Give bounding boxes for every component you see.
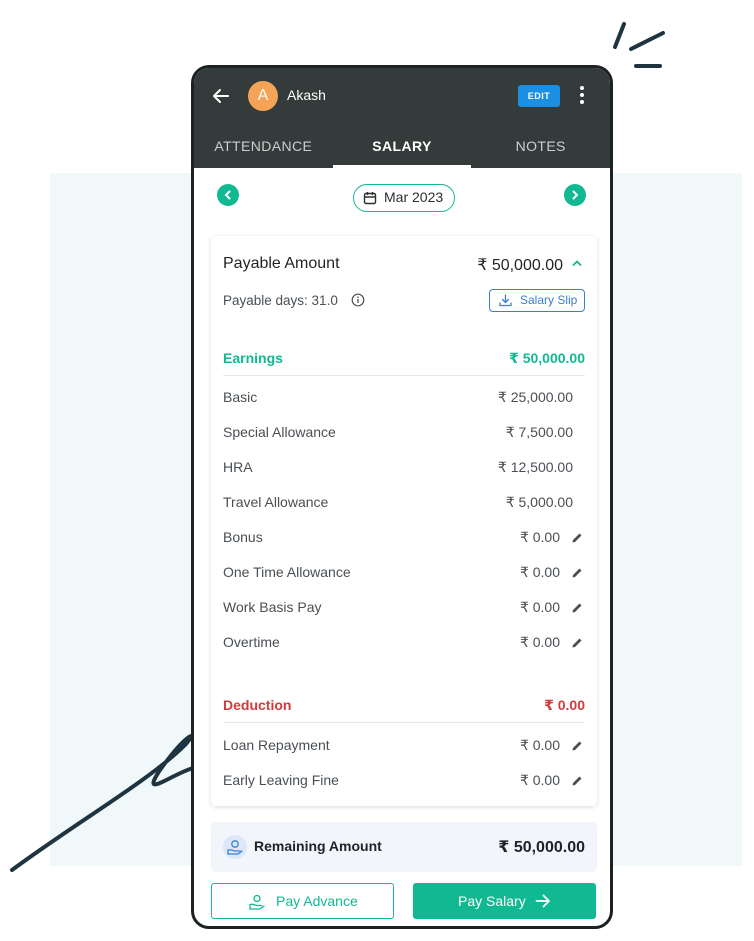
pay-advance-button[interactable]: Pay Advance (211, 883, 394, 919)
month-label: Mar 2023 (384, 189, 444, 205)
earning-label-special-allowance: Special Allowance (223, 424, 336, 440)
pay-salary-button[interactable]: Pay Salary (413, 883, 596, 919)
earning-label-hra: HRA (223, 459, 253, 475)
deduction-label-loan-repayment: Loan Repayment (223, 737, 330, 753)
earning-amount-bonus: ₹ 0.00 (519, 529, 560, 545)
money-hand-icon (249, 894, 265, 910)
pencil-icon[interactable] (571, 602, 583, 614)
pay-advance-label: Pay Advance (276, 893, 358, 909)
edit-button[interactable]: EDIT (518, 85, 560, 107)
next-month-button[interactable] (564, 184, 586, 206)
previous-month-button[interactable] (217, 184, 239, 206)
tab-bar: ATTENDANCE SALARY NOTES (194, 128, 610, 168)
earning-label-basic: Basic (223, 389, 258, 405)
earning-label-bonus: Bonus (223, 529, 263, 545)
earning-label-work-basis-pay: Work Basis Pay (223, 599, 322, 615)
download-icon (499, 294, 512, 307)
earning-amount-overtime: ₹ 0.00 (519, 634, 560, 650)
app-header: A Akash EDIT ATTENDANCE SALARY NOTES (194, 68, 610, 168)
month-selector[interactable]: Mar 2023 (353, 184, 455, 212)
salary-card: Payable Amount ₹ 50,000.00 Payable days:… (211, 236, 597, 806)
earning-label-overtime: Overtime (223, 634, 280, 650)
tab-salary[interactable]: SALARY (332, 128, 472, 168)
earning-amount-travel-allowance: ₹ 5,000.00 (505, 494, 573, 510)
earning-amount-one-time-allowance: ₹ 0.00 (519, 564, 560, 580)
money-hand-icon (223, 835, 247, 859)
pencil-icon[interactable] (571, 567, 583, 579)
remaining-amount-value: ₹ 50,000.00 (498, 839, 585, 856)
earning-amount-hra: ₹ 12,500.00 (497, 459, 573, 475)
deduction-amount-loan-repayment: ₹ 0.00 (519, 737, 560, 753)
info-icon[interactable] (351, 293, 365, 307)
remaining-amount-label: Remaining Amount (254, 838, 382, 854)
deduction-title: Deduction (223, 697, 292, 713)
chevron-left-icon (224, 190, 231, 200)
pencil-icon[interactable] (571, 775, 583, 787)
earnings-total: ₹ 50,000.00 (509, 350, 585, 366)
payable-amount-value: ₹ 50,000.00 (477, 257, 563, 274)
salary-slip-button[interactable]: Salary Slip (489, 289, 585, 312)
deduction-label-early-leaving-fine: Early Leaving Fine (223, 772, 339, 788)
phone-frame: A Akash EDIT ATTENDANCE SALARY NOTES Mar… (191, 65, 613, 929)
more-vertical-icon[interactable] (574, 84, 590, 108)
pencil-icon[interactable] (571, 740, 583, 752)
arrow-left-icon[interactable] (210, 85, 232, 107)
pay-salary-label: Pay Salary (458, 893, 526, 909)
tab-attendance[interactable]: ATTENDANCE (194, 128, 333, 168)
tab-notes[interactable]: NOTES (471, 128, 610, 168)
earnings-title: Earnings (223, 350, 283, 366)
earnings-divider (223, 375, 585, 376)
earning-label-travel-allowance: Travel Allowance (223, 494, 329, 510)
earning-amount-special-allowance: ₹ 7,500.00 (505, 424, 573, 440)
calendar-icon (363, 192, 377, 205)
remaining-amount-bar: Remaining Amount ₹ 50,000.00 (211, 822, 597, 872)
salary-slip-label: Salary Slip (520, 293, 578, 307)
pencil-icon[interactable] (571, 532, 583, 544)
earning-label-one-time-allowance: One Time Allowance (223, 564, 351, 580)
deduction-divider (223, 722, 585, 723)
arrow-right-icon (535, 894, 550, 908)
earning-amount-work-basis-pay: ₹ 0.00 (519, 599, 560, 615)
pencil-icon[interactable] (571, 637, 583, 649)
deduction-total: ₹ 0.00 (544, 697, 585, 713)
chevron-right-icon (572, 190, 579, 200)
user-name: Akash (287, 87, 326, 103)
deduction-amount-early-leaving-fine: ₹ 0.00 (519, 772, 560, 788)
avatar: A (248, 81, 278, 111)
earning-amount-basic: ₹ 25,000.00 (497, 389, 573, 405)
chevron-up-icon[interactable] (571, 257, 583, 269)
